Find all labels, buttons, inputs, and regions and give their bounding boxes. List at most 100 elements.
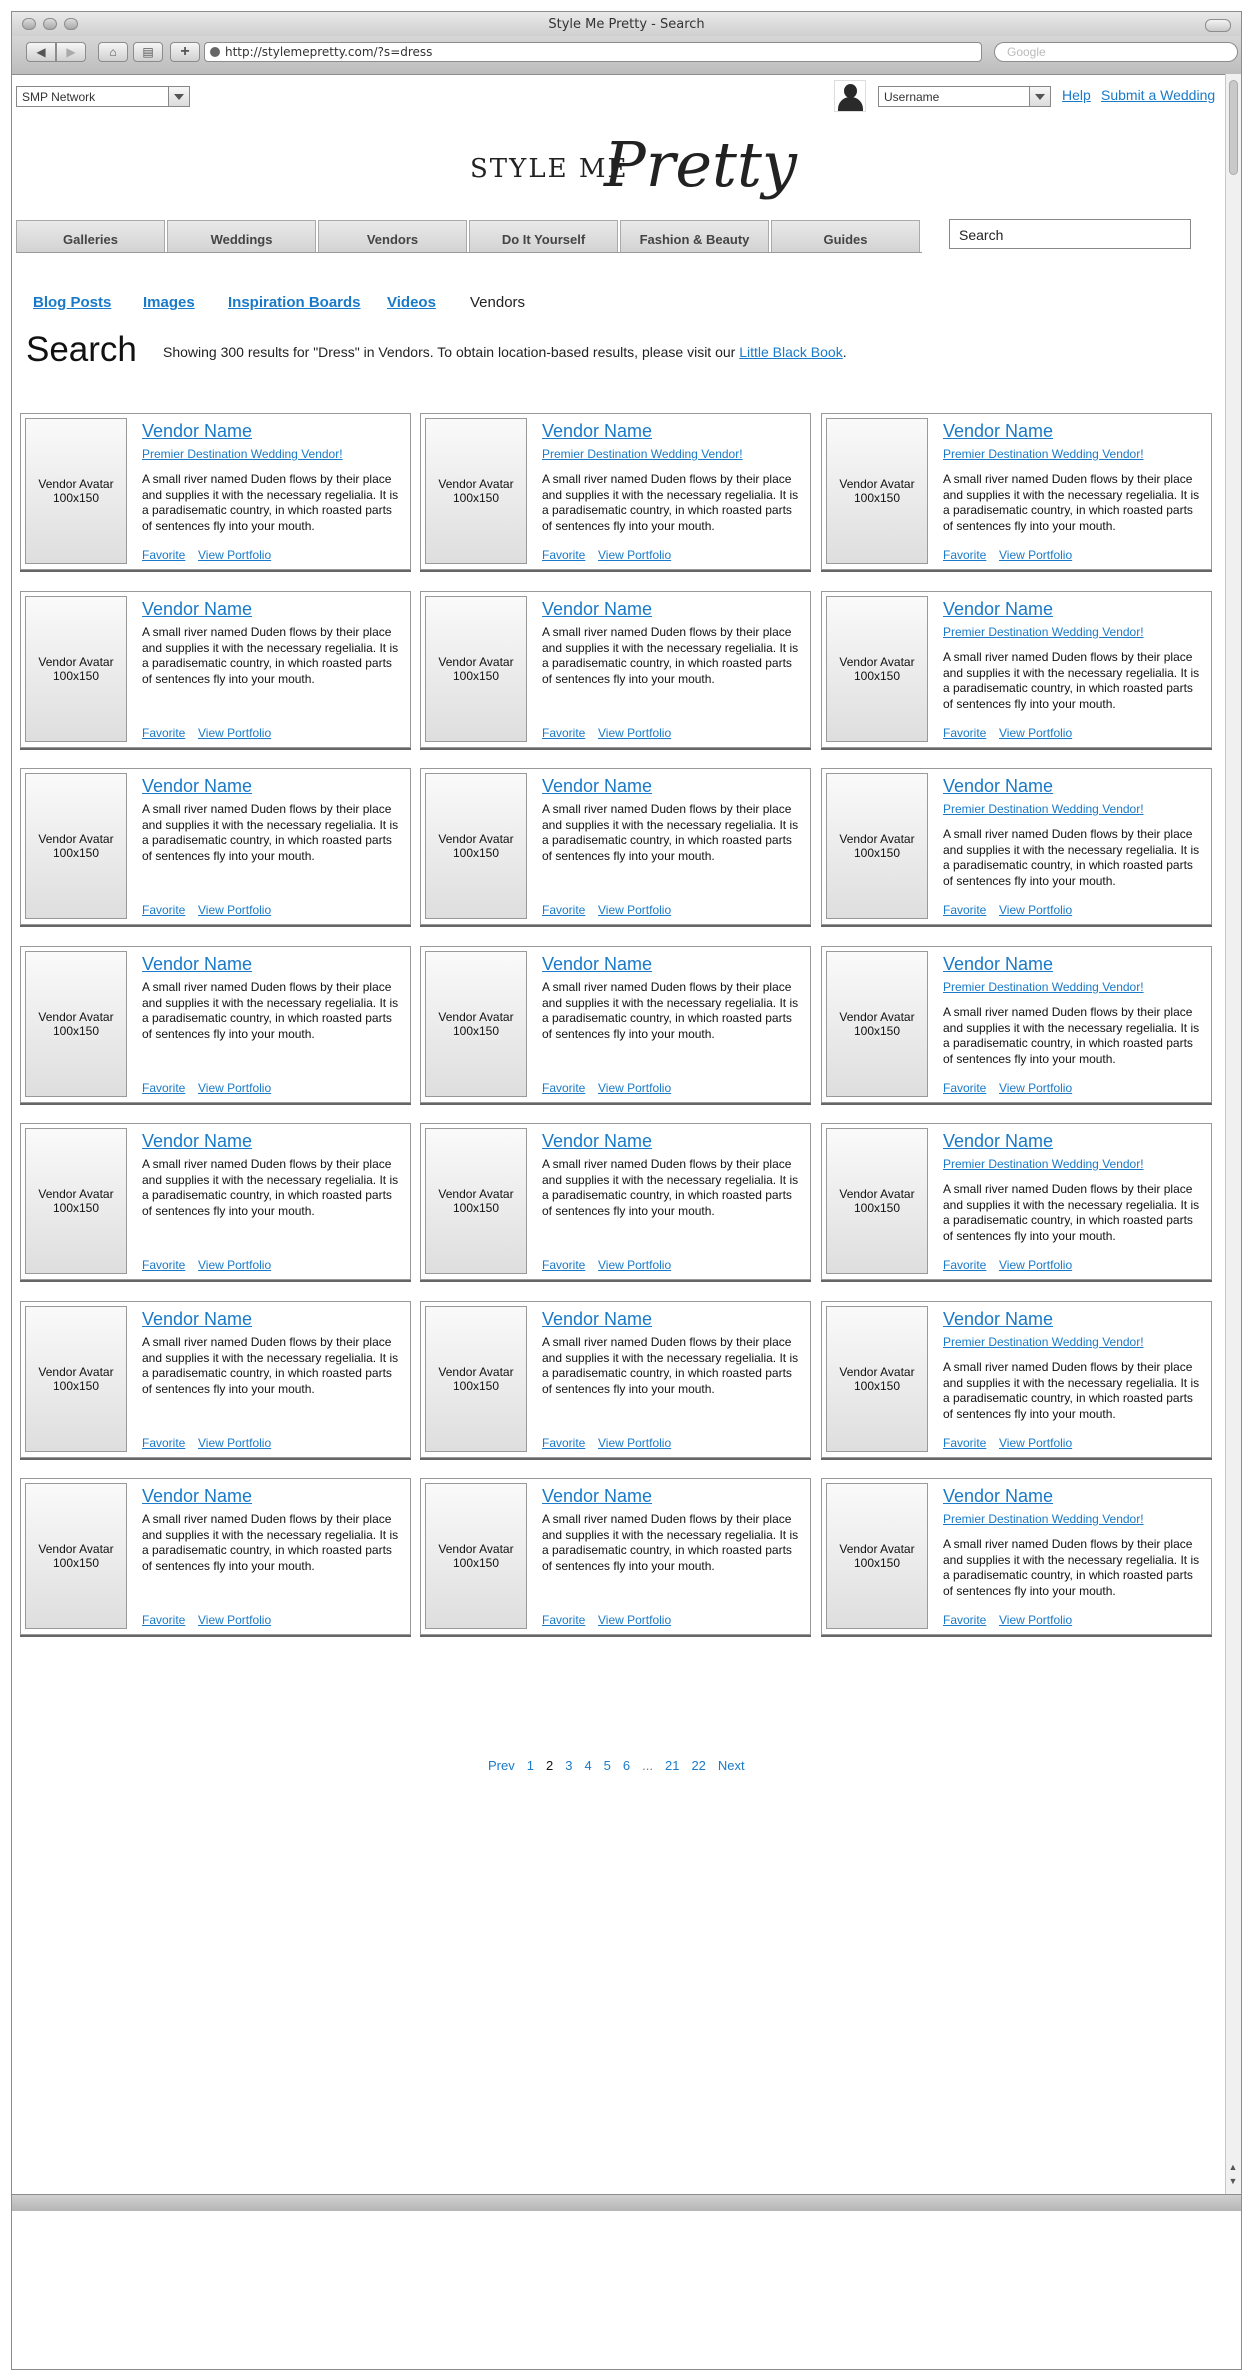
vendor-avatar[interactable]: Vendor Avatar 100x150 [826, 773, 928, 919]
page-link[interactable]: 3 [565, 1758, 572, 1773]
browser-search-field[interactable]: Google [994, 42, 1238, 62]
vertical-scrollbar[interactable]: ▲ ▼ [1225, 74, 1241, 2194]
nav-tab-do-it-yourself[interactable]: Do It Yourself [469, 220, 618, 252]
network-select[interactable]: SMP Network [16, 86, 190, 107]
user-avatar[interactable] [834, 80, 866, 112]
favorite-link[interactable]: Favorite [943, 1081, 986, 1095]
home-button[interactable]: ⌂ [98, 42, 128, 62]
site-logo[interactable]: STYLE ME Pretty [462, 122, 797, 212]
vendor-avatar[interactable]: Vendor Avatar 100x150 [826, 1483, 928, 1629]
forward-button[interactable]: ▶ [56, 42, 86, 62]
view-portfolio-link[interactable]: View Portfolio [999, 1436, 1072, 1450]
vendor-tagline-link[interactable]: Premier Destination Wedding Vendor! [943, 980, 1144, 994]
favorite-link[interactable]: Favorite [943, 548, 986, 562]
vendor-tagline-link[interactable]: Premier Destination Wedding Vendor! [943, 802, 1144, 816]
vendor-name-link[interactable]: Vendor Name [943, 1131, 1053, 1152]
favorite-link[interactable]: Favorite [542, 548, 585, 562]
favorite-link[interactable]: Favorite [542, 903, 585, 917]
submit-wedding-link[interactable]: Submit a Wedding [1101, 87, 1215, 103]
view-portfolio-link[interactable]: View Portfolio [598, 1613, 671, 1627]
vendor-name-link[interactable]: Vendor Name [142, 599, 252, 620]
page-link[interactable]: 6 [623, 1758, 630, 1773]
nav-tab-galleries[interactable]: Galleries [16, 220, 165, 252]
view-portfolio-link[interactable]: View Portfolio [598, 726, 671, 740]
view-portfolio-link[interactable]: View Portfolio [198, 903, 271, 917]
vendor-name-link[interactable]: Vendor Name [943, 1486, 1053, 1507]
vendor-avatar[interactable]: Vendor Avatar 100x150 [826, 1306, 928, 1452]
add-bookmark-button[interactable]: + [170, 42, 200, 62]
vendor-name-link[interactable]: Vendor Name [542, 1131, 652, 1152]
site-search-input[interactable]: Search [949, 219, 1191, 249]
nav-tab-weddings[interactable]: Weddings [167, 220, 316, 252]
vendor-avatar[interactable]: Vendor Avatar 100x150 [25, 951, 127, 1097]
prev-page-link[interactable]: Prev [488, 1758, 515, 1773]
subnav-vendors[interactable]: Vendors [470, 294, 525, 311]
vendor-avatar[interactable]: Vendor Avatar 100x150 [425, 1128, 527, 1274]
vendor-avatar[interactable]: Vendor Avatar 100x150 [425, 951, 527, 1097]
view-portfolio-link[interactable]: View Portfolio [999, 1258, 1072, 1272]
address-bar[interactable]: http://stylemepretty.com/?s=dress [204, 42, 982, 62]
vendor-avatar[interactable]: Vendor Avatar 100x150 [25, 773, 127, 919]
page-link[interactable]: 5 [604, 1758, 611, 1773]
view-portfolio-link[interactable]: View Portfolio [598, 548, 671, 562]
view-portfolio-link[interactable]: View Portfolio [999, 1613, 1072, 1627]
vendor-avatar[interactable]: Vendor Avatar 100x150 [826, 1128, 928, 1274]
vendor-avatar[interactable]: Vendor Avatar 100x150 [25, 1128, 127, 1274]
vendor-name-link[interactable]: Vendor Name [943, 776, 1053, 797]
vendor-name-link[interactable]: Vendor Name [943, 954, 1053, 975]
vendor-name-link[interactable]: Vendor Name [542, 421, 652, 442]
vendor-avatar[interactable]: Vendor Avatar 100x150 [25, 596, 127, 742]
favorite-link[interactable]: Favorite [943, 1613, 986, 1627]
vendor-avatar[interactable]: Vendor Avatar 100x150 [826, 596, 928, 742]
subnav-videos[interactable]: Videos [387, 294, 436, 311]
back-button[interactable]: ◀ [26, 42, 56, 62]
scroll-thumb[interactable] [1229, 80, 1238, 175]
favorite-link[interactable]: Favorite [943, 726, 986, 740]
view-portfolio-link[interactable]: View Portfolio [198, 1613, 271, 1627]
favorite-link[interactable]: Favorite [542, 1436, 585, 1450]
vendor-name-link[interactable]: Vendor Name [542, 1309, 652, 1330]
nav-tab-guides[interactable]: Guides [771, 220, 920, 252]
print-button[interactable]: ▤ [133, 42, 163, 62]
vendor-name-link[interactable]: Vendor Name [142, 1309, 252, 1330]
view-portfolio-link[interactable]: View Portfolio [999, 726, 1072, 740]
view-portfolio-link[interactable]: View Portfolio [598, 1258, 671, 1272]
page-link[interactable]: 21 [665, 1758, 679, 1773]
view-portfolio-link[interactable]: View Portfolio [999, 1081, 1072, 1095]
vendor-avatar[interactable]: Vendor Avatar 100x150 [25, 1306, 127, 1452]
vendor-name-link[interactable]: Vendor Name [142, 954, 252, 975]
page-link[interactable]: 4 [584, 1758, 591, 1773]
toolbar-toggle-button[interactable] [1205, 19, 1231, 32]
vendor-name-link[interactable]: Vendor Name [142, 776, 252, 797]
subnav-blog-posts[interactable]: Blog Posts [33, 294, 111, 311]
favorite-link[interactable]: Favorite [142, 1436, 185, 1450]
favorite-link[interactable]: Favorite [142, 1613, 185, 1627]
vendor-name-link[interactable]: Vendor Name [542, 599, 652, 620]
vendor-tagline-link[interactable]: Premier Destination Wedding Vendor! [943, 1335, 1144, 1349]
view-portfolio-link[interactable]: View Portfolio [198, 1436, 271, 1450]
username-select[interactable]: Username [878, 86, 1051, 107]
vendor-name-link[interactable]: Vendor Name [142, 1131, 252, 1152]
vendor-tagline-link[interactable]: Premier Destination Wedding Vendor! [542, 447, 743, 461]
vendor-avatar[interactable]: Vendor Avatar 100x150 [425, 418, 527, 564]
vendor-tagline-link[interactable]: Premier Destination Wedding Vendor! [142, 447, 343, 461]
next-page-link[interactable]: Next [718, 1758, 745, 1773]
page-link[interactable]: 1 [527, 1758, 534, 1773]
nav-tab-fashion-beauty[interactable]: Fashion & Beauty [620, 220, 769, 252]
favorite-link[interactable]: Favorite [542, 726, 585, 740]
vendor-name-link[interactable]: Vendor Name [943, 599, 1053, 620]
page-link[interactable]: 22 [691, 1758, 705, 1773]
vendor-name-link[interactable]: Vendor Name [142, 1486, 252, 1507]
subnav-images[interactable]: Images [143, 294, 195, 311]
favorite-link[interactable]: Favorite [943, 903, 986, 917]
vendor-avatar[interactable]: Vendor Avatar 100x150 [425, 773, 527, 919]
scroll-up-icon[interactable]: ▲ [1228, 2162, 1238, 2172]
scroll-down-icon[interactable]: ▼ [1228, 2176, 1238, 2186]
vendor-name-link[interactable]: Vendor Name [943, 1309, 1053, 1330]
favorite-link[interactable]: Favorite [542, 1613, 585, 1627]
favorite-link[interactable]: Favorite [142, 1258, 185, 1272]
vendor-name-link[interactable]: Vendor Name [542, 1486, 652, 1507]
favorite-link[interactable]: Favorite [542, 1081, 585, 1095]
favorite-link[interactable]: Favorite [943, 1258, 986, 1272]
favorite-link[interactable]: Favorite [142, 903, 185, 917]
